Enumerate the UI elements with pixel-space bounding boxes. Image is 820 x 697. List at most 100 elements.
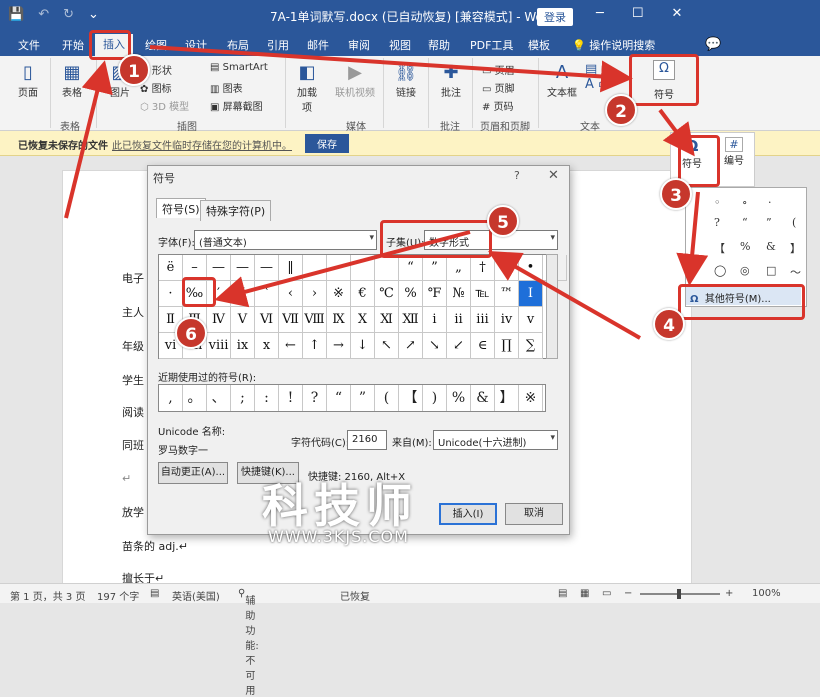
recent-symbol-cell[interactable]: 、 (207, 385, 231, 411)
symbol-cell[interactable]: ∈ (471, 333, 495, 359)
symbol-cell[interactable]: ⅹ (255, 333, 279, 359)
symbol-cell[interactable]: Ⅰ (519, 281, 543, 307)
recent-symbol-cell[interactable]: 。 (183, 385, 207, 411)
symbol-cell[interactable] (351, 255, 375, 281)
tab-layout[interactable]: 布局 (227, 37, 249, 53)
recent-symbol[interactable]: ( (792, 216, 796, 229)
tab-pdf-tools[interactable]: PDF工具 (470, 37, 513, 53)
symbol-cell[interactable]: ↙ (447, 333, 471, 359)
symbol-cell[interactable]: ↖ (375, 333, 399, 359)
symbol-cell[interactable]: ⅱ (447, 307, 471, 333)
grid-scrollbar[interactable] (546, 254, 558, 359)
font-select[interactable]: (普通文本) ▾ (194, 230, 377, 250)
tab-special-characters[interactable]: 特殊字符(P) (200, 200, 272, 221)
help-button[interactable]: ? (514, 169, 520, 182)
recent-symbol[interactable]: ◦ (714, 196, 721, 209)
page-count[interactable]: 第 1 页，共 3 页 (10, 588, 85, 603)
symbol-cell[interactable] (375, 255, 399, 281)
insert-button[interactable]: 插入(I) (439, 503, 497, 525)
footer-button[interactable]: ▭ 页脚 (482, 80, 515, 95)
symbol-cell[interactable]: • (519, 255, 543, 281)
symbol-cell[interactable]: — (255, 255, 279, 281)
recent-symbol[interactable]: □ (766, 264, 776, 277)
symbol-cell[interactable] (327, 255, 351, 281)
zoom-in-icon[interactable]: + (725, 588, 733, 599)
symbol-cell[interactable]: Ⅵ (255, 307, 279, 333)
word-count[interactable]: 197 个字 (97, 588, 139, 603)
minimize-button[interactable]: ─ (596, 6, 604, 21)
recent-symbol[interactable]: 】 (790, 240, 801, 256)
recent-symbol[interactable]: “ (742, 216, 748, 229)
save-icon[interactable]: 💾 (8, 7, 24, 22)
symbol-cell[interactable]: ⅸ (231, 333, 255, 359)
online-video-button[interactable]: ▶ 联机视频 (333, 62, 377, 99)
symbol-cell[interactable]: € (351, 281, 375, 307)
chart-button[interactable]: ▥ 图表 (210, 80, 243, 95)
recent-symbol-cell[interactable]: : (255, 385, 279, 411)
recent-symbol[interactable]: 【 (714, 240, 725, 256)
comment-icon[interactable]: 💬 (705, 37, 721, 52)
icons-button[interactable]: ✿ 图标 (140, 80, 172, 95)
symbol-cell[interactable]: „ (447, 255, 471, 281)
tab-mailings[interactable]: 邮件 (307, 37, 329, 53)
symbol-cell[interactable]: ⅷ (207, 333, 231, 359)
text-tools-icons[interactable]: ▤ ✎ A ▭ (585, 62, 612, 92)
textbox-button[interactable]: A 文本框 (545, 62, 579, 99)
tab-design[interactable]: 设计 (185, 37, 207, 53)
header-button[interactable]: ▭ 页眉 (482, 62, 515, 77)
link-button[interactable]: ⛓ 链接 (392, 62, 420, 99)
recent-symbol-cell[interactable]: ? (303, 385, 327, 411)
symbol-cell[interactable]: Ⅴ (231, 307, 255, 333)
recent-symbol[interactable]: · (768, 196, 772, 209)
symbol-cell[interactable]: ※ (327, 281, 351, 307)
tab-symbols[interactable]: 符号(S) (156, 198, 206, 218)
table-button[interactable]: ▦ 表格 (58, 62, 86, 99)
symbol-cell[interactable]: ‖ (279, 255, 303, 281)
recent-symbol-cell[interactable]: ( (375, 385, 399, 411)
login-button[interactable]: 登录 (537, 8, 573, 26)
recent-symbol-cell[interactable]: ; (231, 385, 255, 411)
recent-symbol-cell[interactable]: ” (351, 385, 375, 411)
symbol-cell[interactable]: ″ (231, 281, 255, 307)
tab-draw[interactable]: 绘图 (145, 37, 167, 53)
recent-symbol[interactable]: ◯ (714, 264, 726, 277)
symbol-cell[interactable]: “ (399, 255, 423, 281)
symbol-cell[interactable]: Ⅹ (351, 307, 375, 333)
customize-qa-icon[interactable]: ⌄ (88, 7, 99, 22)
undo-icon[interactable]: ↶ (38, 7, 49, 22)
page-button[interactable]: ▯ 页面 (14, 62, 42, 99)
recent-symbol[interactable]: & (766, 240, 776, 253)
recent-symbol[interactable]: ” (766, 216, 772, 229)
recent-symbol-cell[interactable]: , (159, 385, 183, 411)
dialog-close-button[interactable]: ✕ (548, 168, 559, 183)
cancel-button[interactable]: 取消 (505, 503, 563, 525)
web-layout-icon[interactable]: ▭ (602, 588, 611, 599)
symbol-cell[interactable]: ” (423, 255, 447, 281)
symbol-cell[interactable]: ‹ (279, 281, 303, 307)
addins-button[interactable]: ◧ 加载项 (293, 62, 321, 114)
symbol-cell[interactable]: ↗ (399, 333, 423, 359)
tab-home[interactable]: 开始 (62, 37, 84, 53)
recent-symbol-cell[interactable]: 【 (399, 385, 423, 411)
tab-file[interactable]: 文件 (18, 37, 40, 53)
proofing-icon[interactable]: ▤ (150, 588, 159, 599)
symbol-cell[interactable]: ⅲ (471, 307, 495, 333)
symbol-cell[interactable]: Ⅸ (327, 307, 351, 333)
symbol-cell[interactable]: ë (159, 255, 183, 281)
symbol-cell[interactable]: % (399, 281, 423, 307)
recent-symbol-cell[interactable]: ) (423, 385, 447, 411)
3d-models-button[interactable]: ⬡ 3D 模型 (140, 98, 189, 113)
recent-symbol-cell[interactable]: 】 (495, 385, 519, 411)
symbol-cell[interactable]: Ⅶ (279, 307, 303, 333)
symbol-cell[interactable]: ↑ (303, 333, 327, 359)
recent-symbol-cell[interactable]: “ (327, 385, 351, 411)
recent-symbol[interactable]: ? (714, 216, 720, 229)
recent-symbol-cell[interactable]: ! (279, 385, 303, 411)
language[interactable]: 英语(美国) (172, 588, 220, 603)
recent-symbol[interactable]: % (740, 240, 750, 253)
symbol-cell[interactable]: Ⅳ (207, 307, 231, 333)
comment-button[interactable]: ✚ 批注 (437, 62, 465, 99)
symbol-cell[interactable]: · (159, 281, 183, 307)
symbol-cell[interactable]: † (471, 255, 495, 281)
tab-templates[interactable]: 模板 (528, 37, 550, 53)
